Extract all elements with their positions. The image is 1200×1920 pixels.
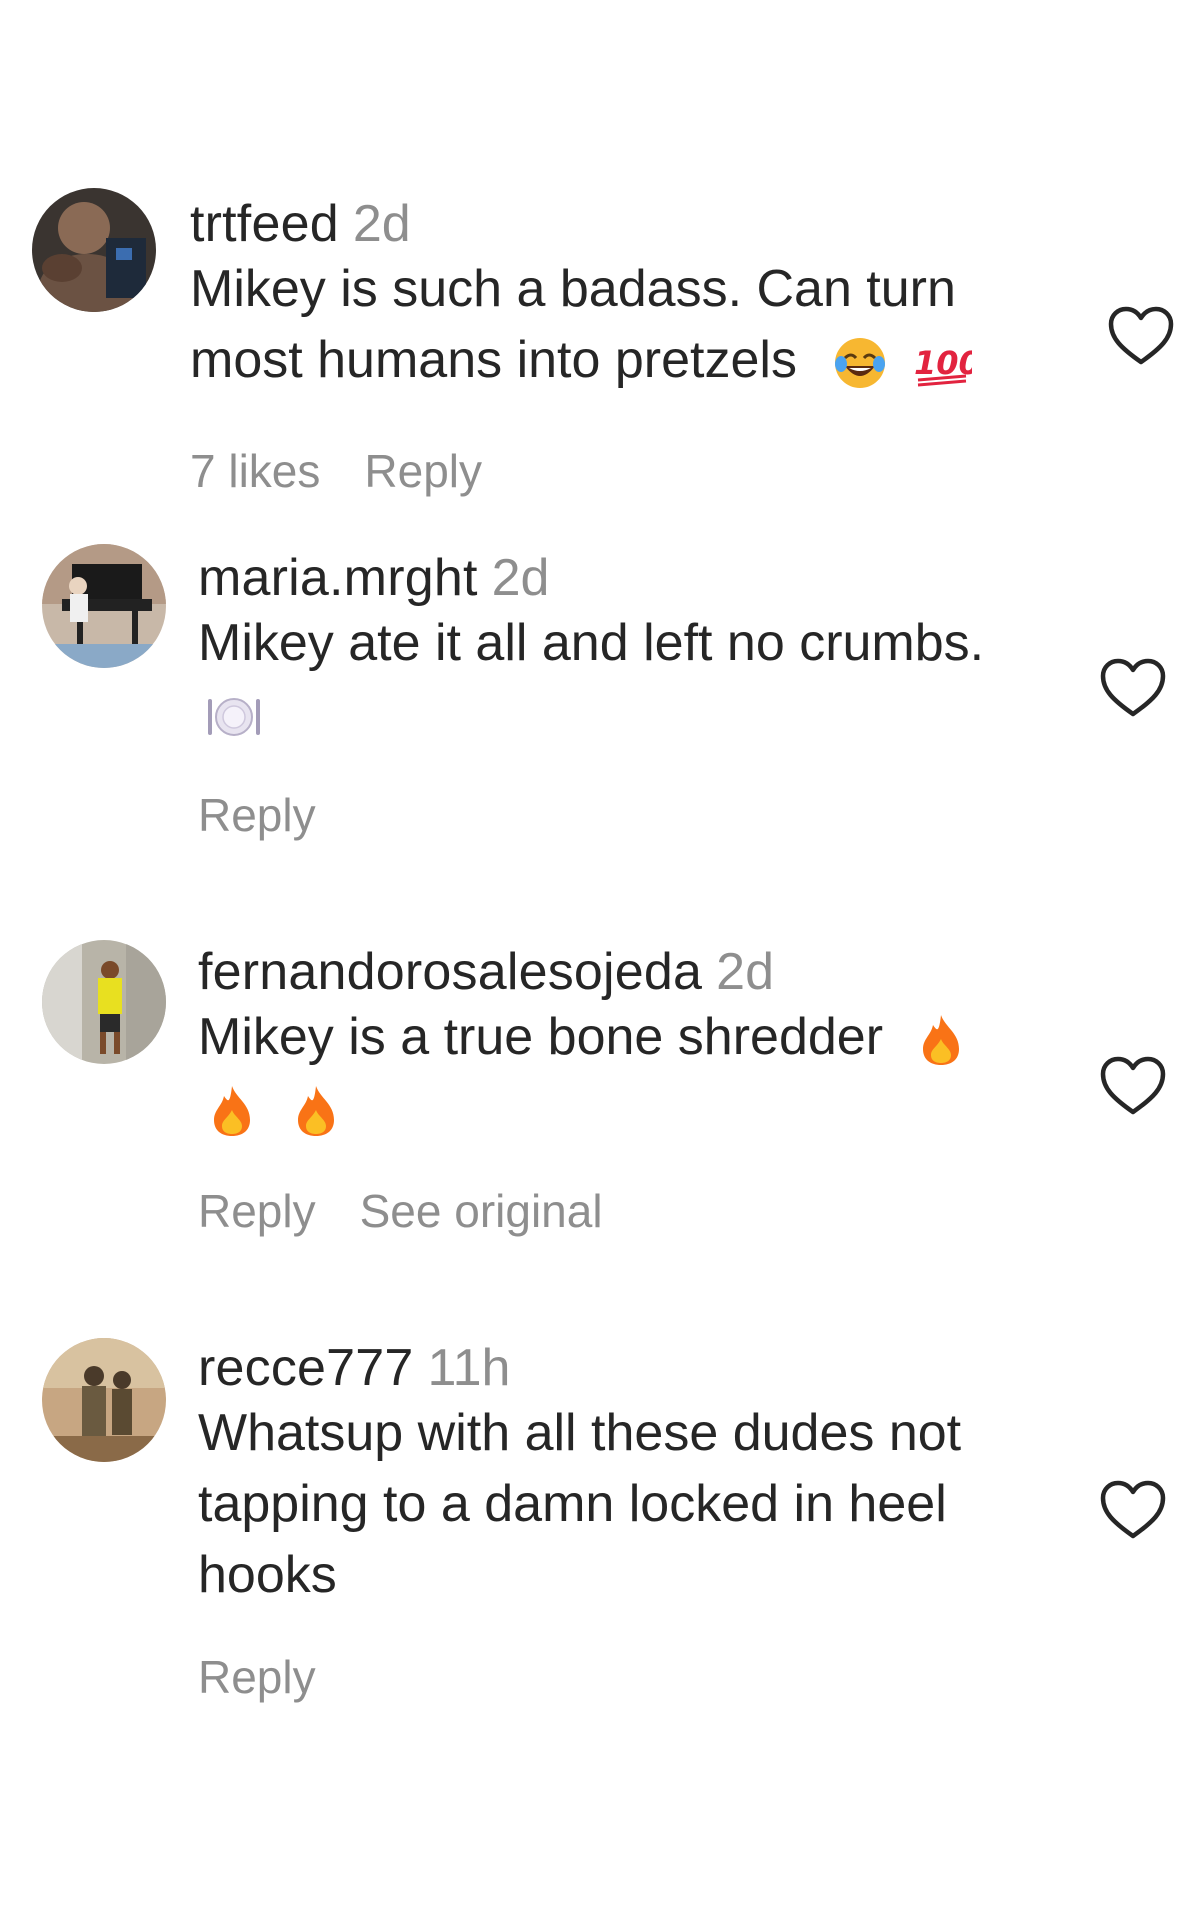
comment-text-line: hooks bbox=[198, 1546, 337, 1604]
comment-text-line: Mikey is such a badass. Can turn bbox=[190, 260, 956, 318]
comment-emoji-line bbox=[198, 1073, 1058, 1144]
comment-content: maria.mrght 2d Mikey ate it all and left … bbox=[198, 548, 1058, 750]
comment-actions: 7 likes Reply bbox=[190, 444, 526, 498]
comment-content: trtfeed 2d Mikey is such a badass. Can tu… bbox=[190, 194, 1050, 396]
heart-outline-icon[interactable] bbox=[1098, 1478, 1168, 1542]
fire-emoji bbox=[294, 1084, 338, 1138]
reply-button[interactable]: Reply bbox=[198, 1651, 316, 1703]
avatar[interactable] bbox=[42, 1338, 166, 1462]
comment-text-line: Whatsup with all these dudes not bbox=[198, 1404, 962, 1462]
avatar[interactable] bbox=[42, 940, 166, 1064]
comment-emoji-line bbox=[198, 679, 1058, 750]
comment-header: maria.mrght 2d bbox=[198, 548, 1058, 608]
fork-knife-plate-emoji bbox=[206, 695, 262, 739]
fire-emoji bbox=[210, 1084, 254, 1138]
timestamp: 11h bbox=[427, 1339, 511, 1397]
comment-actions: Reply See original bbox=[198, 1184, 647, 1238]
username[interactable]: recce777 bbox=[198, 1339, 414, 1397]
comment-actions: Reply bbox=[198, 1650, 360, 1704]
laughing-crying-emoji bbox=[833, 336, 887, 390]
comment-text: Mikey is a true bone shredder bbox=[198, 1002, 1058, 1144]
avatar[interactable] bbox=[42, 544, 166, 668]
likes-count[interactable]: 7 likes bbox=[190, 445, 320, 497]
username[interactable]: fernandorosalesojeda bbox=[198, 943, 702, 1001]
reply-button[interactable]: Reply bbox=[364, 445, 482, 497]
fire-emoji bbox=[919, 1013, 963, 1067]
username[interactable]: maria.mrght bbox=[198, 549, 478, 607]
comment-text-line: most humans into pretzels bbox=[190, 331, 797, 389]
comment-content: recce777 11h Whatsup with all these dudes… bbox=[198, 1338, 1058, 1611]
comment-text: Whatsup with all these dudes not tapping… bbox=[198, 1398, 1058, 1611]
comment-header: recce777 11h bbox=[198, 1338, 1058, 1398]
comment-text-line: tapping to a damn locked in heel bbox=[198, 1475, 947, 1533]
timestamp: 2d bbox=[716, 943, 774, 1001]
comment-text-line-with-emoji: Mikey is a true bone shredder bbox=[198, 1002, 1058, 1073]
comment-text: Mikey ate it all and left no crumbs. bbox=[198, 608, 1058, 750]
comment-text-line: Mikey is a true bone shredder bbox=[198, 1008, 884, 1066]
timestamp: 2d bbox=[491, 549, 550, 607]
see-original-button[interactable]: See original bbox=[360, 1185, 603, 1237]
comment-text-line-with-emoji: most humans into pretzels 100 bbox=[190, 325, 1050, 396]
hundred-points-emoji: 100 bbox=[912, 338, 972, 388]
avatar[interactable] bbox=[32, 188, 156, 312]
comment-text: Mikey is such a badass. Can turn most hu… bbox=[190, 254, 1050, 396]
timestamp: 2d bbox=[352, 195, 411, 253]
comment-header: fernandorosalesojeda 2d bbox=[198, 942, 1058, 1002]
heart-outline-icon[interactable] bbox=[1098, 1054, 1168, 1118]
heart-outline-icon[interactable] bbox=[1098, 656, 1168, 720]
comment-actions: Reply bbox=[198, 788, 360, 842]
comment-content: fernandorosalesojeda 2d Mikey is a true b… bbox=[198, 942, 1058, 1144]
heart-outline-icon[interactable] bbox=[1106, 304, 1176, 368]
reply-button[interactable]: Reply bbox=[198, 789, 316, 841]
reply-button[interactable]: Reply bbox=[198, 1185, 316, 1237]
comment-text-line: Mikey ate it all and left no crumbs. bbox=[198, 614, 985, 672]
username[interactable]: trtfeed bbox=[190, 195, 339, 253]
comment-header: trtfeed 2d bbox=[190, 194, 1050, 254]
